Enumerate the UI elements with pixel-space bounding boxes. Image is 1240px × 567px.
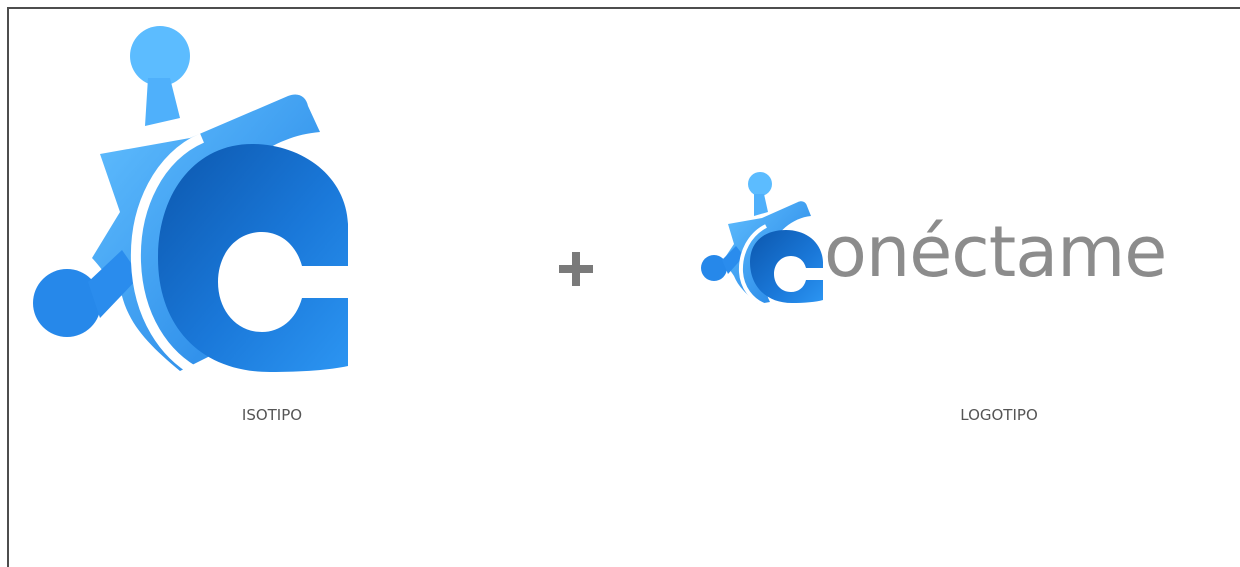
logotipo-caption: LOGOTIPO — [960, 406, 1038, 424]
logotipo-mark-icon — [701, 172, 823, 306]
isotipo-caption: ISOTIPO — [241, 406, 303, 424]
brand-wordmark: onéctame — [824, 211, 1167, 293]
plus-icon — [559, 252, 593, 286]
isotipo-logo-icon — [33, 26, 348, 376]
